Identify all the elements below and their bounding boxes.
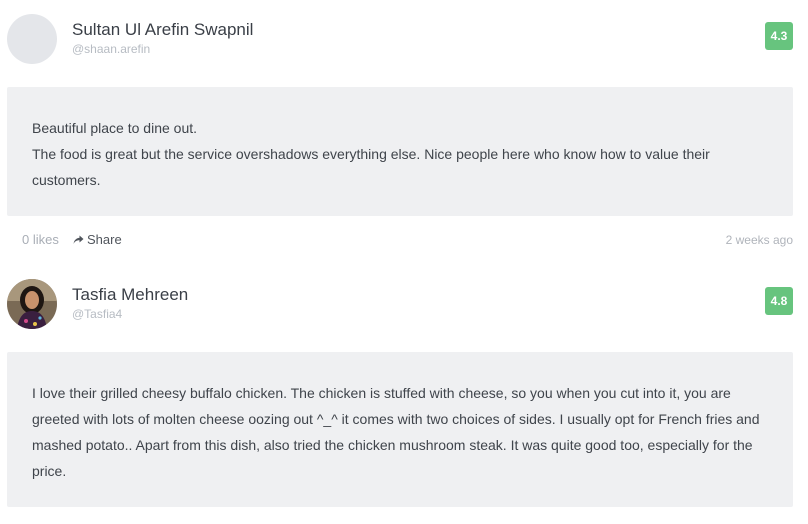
reviewer-handle[interactable]: @Tasfia4 bbox=[72, 307, 122, 321]
reviews-list: Sultan Ul Arefin Swapnil @shaan.arefin 4… bbox=[0, 0, 808, 524]
likes-count[interactable]: 0 likes bbox=[22, 232, 59, 247]
review-header: Tasfia Mehreen @Tasfia4 4.8 bbox=[0, 265, 808, 339]
reviewer-handle[interactable]: @shaan.arefin bbox=[72, 42, 150, 56]
review-body: I love their grilled cheesy buffalo chic… bbox=[7, 352, 793, 507]
avatar[interactable] bbox=[7, 14, 57, 64]
review-body: Beautiful place to dine out. The food is… bbox=[7, 87, 793, 216]
review-text-line: The food is great but the service oversh… bbox=[32, 146, 710, 188]
review-text-line: Beautiful place to dine out. bbox=[32, 120, 198, 136]
rating-badge: 4.8 bbox=[765, 287, 793, 315]
reviewer-name[interactable]: Sultan Ul Arefin Swapnil bbox=[72, 20, 253, 40]
avatar[interactable] bbox=[7, 279, 57, 329]
review-card: Tasfia Mehreen @Tasfia4 4.8 I love their… bbox=[0, 265, 808, 507]
review-timestamp: 2 weeks ago bbox=[725, 233, 793, 247]
avatar-photo bbox=[7, 279, 57, 329]
share-button[interactable]: Share bbox=[73, 232, 122, 247]
review-card: Sultan Ul Arefin Swapnil @shaan.arefin 4… bbox=[0, 0, 808, 247]
review-footer: 0 likes Share 2 weeks ago bbox=[0, 232, 808, 252]
share-arrow-icon bbox=[73, 235, 84, 244]
review-text-line: I love their grilled cheesy buffalo chic… bbox=[32, 385, 760, 479]
share-label: Share bbox=[87, 232, 122, 247]
review-header: Sultan Ul Arefin Swapnil @shaan.arefin 4… bbox=[0, 0, 808, 74]
rating-badge: 4.3 bbox=[765, 22, 793, 50]
reviewer-name[interactable]: Tasfia Mehreen bbox=[72, 285, 188, 305]
